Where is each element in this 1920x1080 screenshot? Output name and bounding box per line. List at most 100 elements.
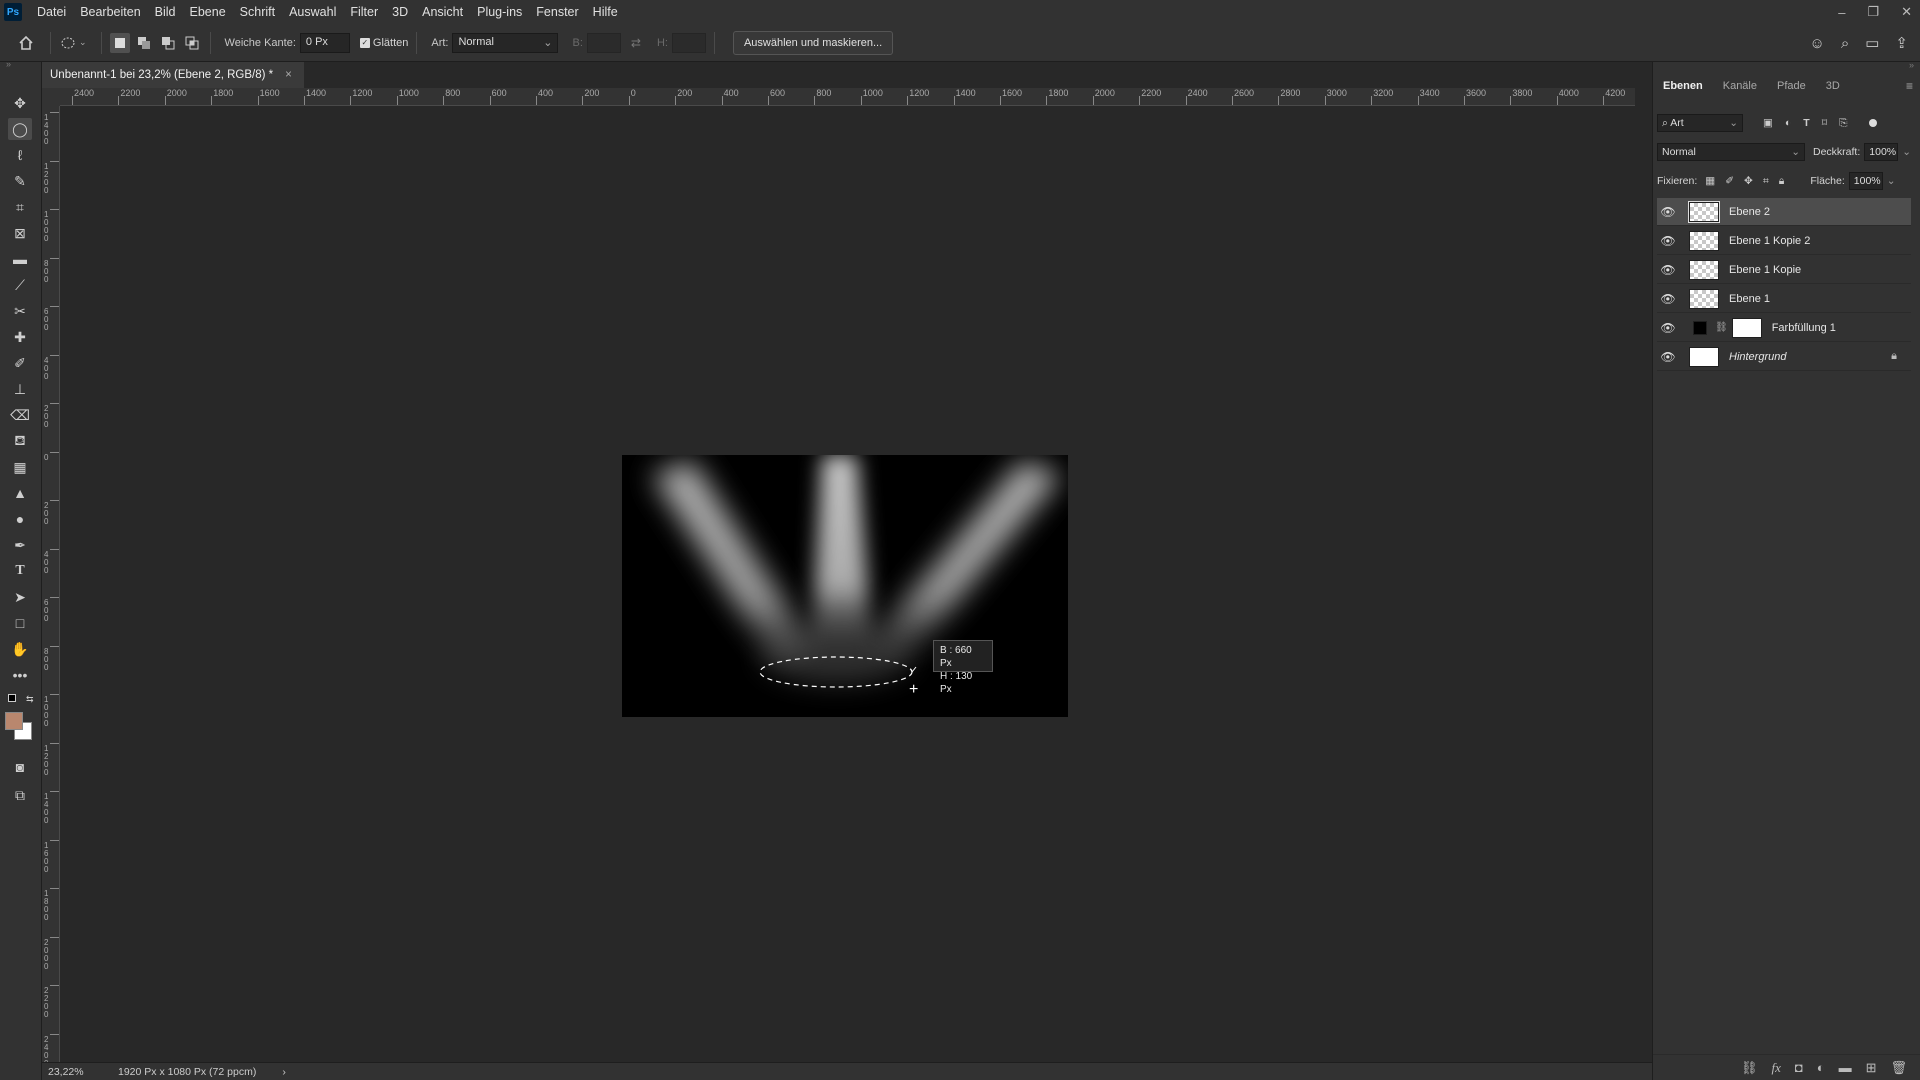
- eraser-tool-icon[interactable]: ⌫: [8, 404, 32, 426]
- foreground-color-swatch[interactable]: [5, 712, 23, 730]
- menu-ansicht[interactable]: Ansicht: [415, 5, 470, 19]
- screen-mode-icon[interactable]: ⧉: [8, 784, 32, 806]
- layer-row-ebene-1-kopie-2[interactable]: 👁︎ Ebene 1 Kopie 2: [1657, 227, 1911, 255]
- eye-icon[interactable]: 👁︎: [1657, 321, 1679, 335]
- menu-bearbeiten[interactable]: Bearbeiten: [73, 5, 147, 19]
- export-icon[interactable]: ⇪: [1895, 34, 1908, 52]
- rectangle-tool-icon[interactable]: □: [8, 612, 32, 634]
- link-icon[interactable]: ⛓: [1715, 322, 1728, 333]
- menu-fenster[interactable]: Fenster: [529, 5, 585, 19]
- menu-filter[interactable]: Filter: [343, 5, 385, 19]
- ruler-tool-icon[interactable]: ▬: [8, 248, 32, 270]
- filter-shape-icon[interactable]: ⌑: [1822, 117, 1827, 129]
- add-selection-icon[interactable]: [134, 33, 154, 53]
- zoom-level[interactable]: 23,22%: [48, 1066, 98, 1078]
- eye-icon[interactable]: 👁︎: [1657, 263, 1679, 277]
- more-tools-icon[interactable]: •••: [8, 664, 32, 686]
- close-tab-icon[interactable]: ×: [285, 69, 292, 81]
- quick-mask-icon[interactable]: ◙: [8, 756, 32, 778]
- lock-all-icon[interactable]: 🔒︎: [1779, 175, 1785, 188]
- move-tool-icon[interactable]: ✥: [8, 92, 32, 114]
- paint-bucket-tool-icon[interactable]: ⛾: [8, 430, 32, 452]
- menu-schrift[interactable]: Schrift: [233, 5, 282, 19]
- vertical-scrollbar[interactable]: [1635, 106, 1652, 1062]
- frame-tool-icon[interactable]: ⊠: [8, 222, 32, 244]
- gradient-tool-icon[interactable]: ▦: [8, 456, 32, 478]
- status-arrow-icon[interactable]: ›: [282, 1066, 286, 1078]
- scissors-tool-icon[interactable]: ✂: [8, 300, 32, 322]
- path-selection-tool-icon[interactable]: ➤: [8, 586, 32, 608]
- lock-pixels-icon[interactable]: ✐: [1725, 175, 1734, 187]
- layer-row-ebene-2[interactable]: 👁︎ Ebene 2: [1657, 198, 1911, 226]
- dodge-tool-icon[interactable]: ●: [8, 508, 32, 530]
- blur-tool-icon[interactable]: ▲: [8, 482, 32, 504]
- ellipse-marquee-preset-icon[interactable]: [59, 33, 79, 53]
- ruler-left[interactable]: 1400 1200 1000 800 600 400 200 0 200 400 600 800 100…: [42, 106, 60, 1062]
- collapse-icon[interactable]: »: [6, 59, 11, 69]
- document-tab[interactable]: Unbenannt-1 bei 23,2% (Ebene 2, RGB/8) *…: [42, 62, 304, 88]
- eye-icon[interactable]: 👁︎: [1657, 350, 1679, 364]
- filter-toggle-icon[interactable]: [1869, 119, 1878, 127]
- width-input[interactable]: [586, 32, 621, 53]
- hand-tool-icon[interactable]: ✋: [8, 638, 32, 660]
- filter-type-icon[interactable]: T: [1803, 117, 1809, 129]
- eye-icon[interactable]: 👁︎: [1657, 205, 1679, 219]
- intersect-selection-icon[interactable]: [182, 33, 202, 53]
- menu-ebene[interactable]: Ebene: [183, 5, 233, 19]
- tab-kanaele[interactable]: Kanäle: [1713, 80, 1767, 92]
- chevron-down-icon[interactable]: ⌄: [1887, 175, 1896, 187]
- type-tool-icon[interactable]: T: [8, 560, 32, 582]
- swap-icon[interactable]: ⇄: [631, 36, 641, 50]
- search-icon[interactable]: ⌕: [1841, 35, 1849, 52]
- feather-input[interactable]: 0 Px: [299, 32, 350, 53]
- add-mask-icon[interactable]: ◘: [1795, 1060, 1803, 1075]
- share-user-icon[interactable]: ☺: [1810, 35, 1825, 52]
- document-canvas[interactable]: [622, 455, 1068, 717]
- style-select[interactable]: Normal ⌄: [452, 32, 559, 53]
- expand-panels-icon[interactable]: »: [1909, 60, 1914, 70]
- lock-artboard-icon[interactable]: ⌗: [1763, 175, 1769, 188]
- lasso-tool-icon[interactable]: ℓ: [8, 144, 32, 166]
- layer-row-farbfuellung-1[interactable]: 👁︎ ⛓ Farbfüllung 1: [1657, 314, 1911, 342]
- eyedropper-tool-icon[interactable]: ⟋: [8, 274, 32, 296]
- fill-input[interactable]: 100%: [1848, 172, 1883, 190]
- menu-plugins[interactable]: Plug-ins: [470, 5, 529, 19]
- select-and-mask-button[interactable]: Auswählen und maskieren...: [732, 30, 894, 55]
- menu-datei[interactable]: Datei: [30, 5, 73, 19]
- close-button[interactable]: ✕: [1901, 4, 1912, 20]
- layer-row-ebene-1-kopie[interactable]: 👁︎ Ebene 1 Kopie: [1657, 256, 1911, 284]
- restore-button[interactable]: ❐: [1867, 4, 1879, 20]
- tab-ebenen[interactable]: Ebenen: [1653, 80, 1713, 92]
- home-icon[interactable]: [16, 33, 36, 53]
- healing-brush-tool-icon[interactable]: ✚: [8, 326, 32, 348]
- brush-tool-icon[interactable]: ✐: [8, 352, 32, 374]
- lock-icon[interactable]: 🔒︎: [1891, 350, 1897, 363]
- link-layers-icon[interactable]: ⛓: [1741, 1060, 1758, 1076]
- menu-auswahl[interactable]: Auswahl: [282, 5, 343, 19]
- lock-transparency-icon[interactable]: ▦: [1705, 175, 1715, 187]
- eye-icon[interactable]: 👁︎: [1657, 292, 1679, 306]
- layer-row-hintergrund[interactable]: 👁︎ Hintergrund 🔒︎: [1657, 343, 1911, 371]
- lock-position-icon[interactable]: ✥: [1744, 175, 1753, 187]
- ruler-top[interactable]: 2400 2200 2000 1800 1600 1400 1200 1000 800 600 40…: [60, 88, 1635, 106]
- new-selection-icon[interactable]: [109, 32, 130, 53]
- panel-menu-icon[interactable]: ≡: [1906, 79, 1913, 93]
- ellipse-marquee-tool-icon[interactable]: ◯: [8, 118, 32, 140]
- new-group-icon[interactable]: ▬: [1839, 1060, 1852, 1075]
- delete-layer-icon[interactable]: 🗑︎: [1890, 1060, 1907, 1076]
- chevron-down-icon[interactable]: ⌄: [79, 37, 87, 48]
- workspace-icon[interactable]: ▭: [1865, 34, 1879, 52]
- menu-hilfe[interactable]: Hilfe: [586, 5, 625, 19]
- menu-3d[interactable]: 3D: [385, 5, 415, 19]
- antialias-checkbox[interactable]: ✓ Glätten: [359, 37, 408, 49]
- layer-row-ebene-1[interactable]: 👁︎ Ebene 1: [1657, 285, 1911, 313]
- eye-icon[interactable]: 👁︎: [1657, 234, 1679, 248]
- blend-mode-select[interactable]: Normal ⌄: [1657, 143, 1805, 161]
- chevron-down-icon[interactable]: ⌄: [1902, 146, 1911, 158]
- default-colors-icon[interactable]: [8, 694, 16, 702]
- quick-selection-tool-icon[interactable]: ✎: [8, 170, 32, 192]
- crop-tool-icon[interactable]: ⌗: [8, 196, 32, 218]
- height-input[interactable]: [671, 32, 706, 53]
- menu-bild[interactable]: Bild: [148, 5, 183, 19]
- filter-smart-object-icon[interactable]: ⎘: [1839, 117, 1847, 130]
